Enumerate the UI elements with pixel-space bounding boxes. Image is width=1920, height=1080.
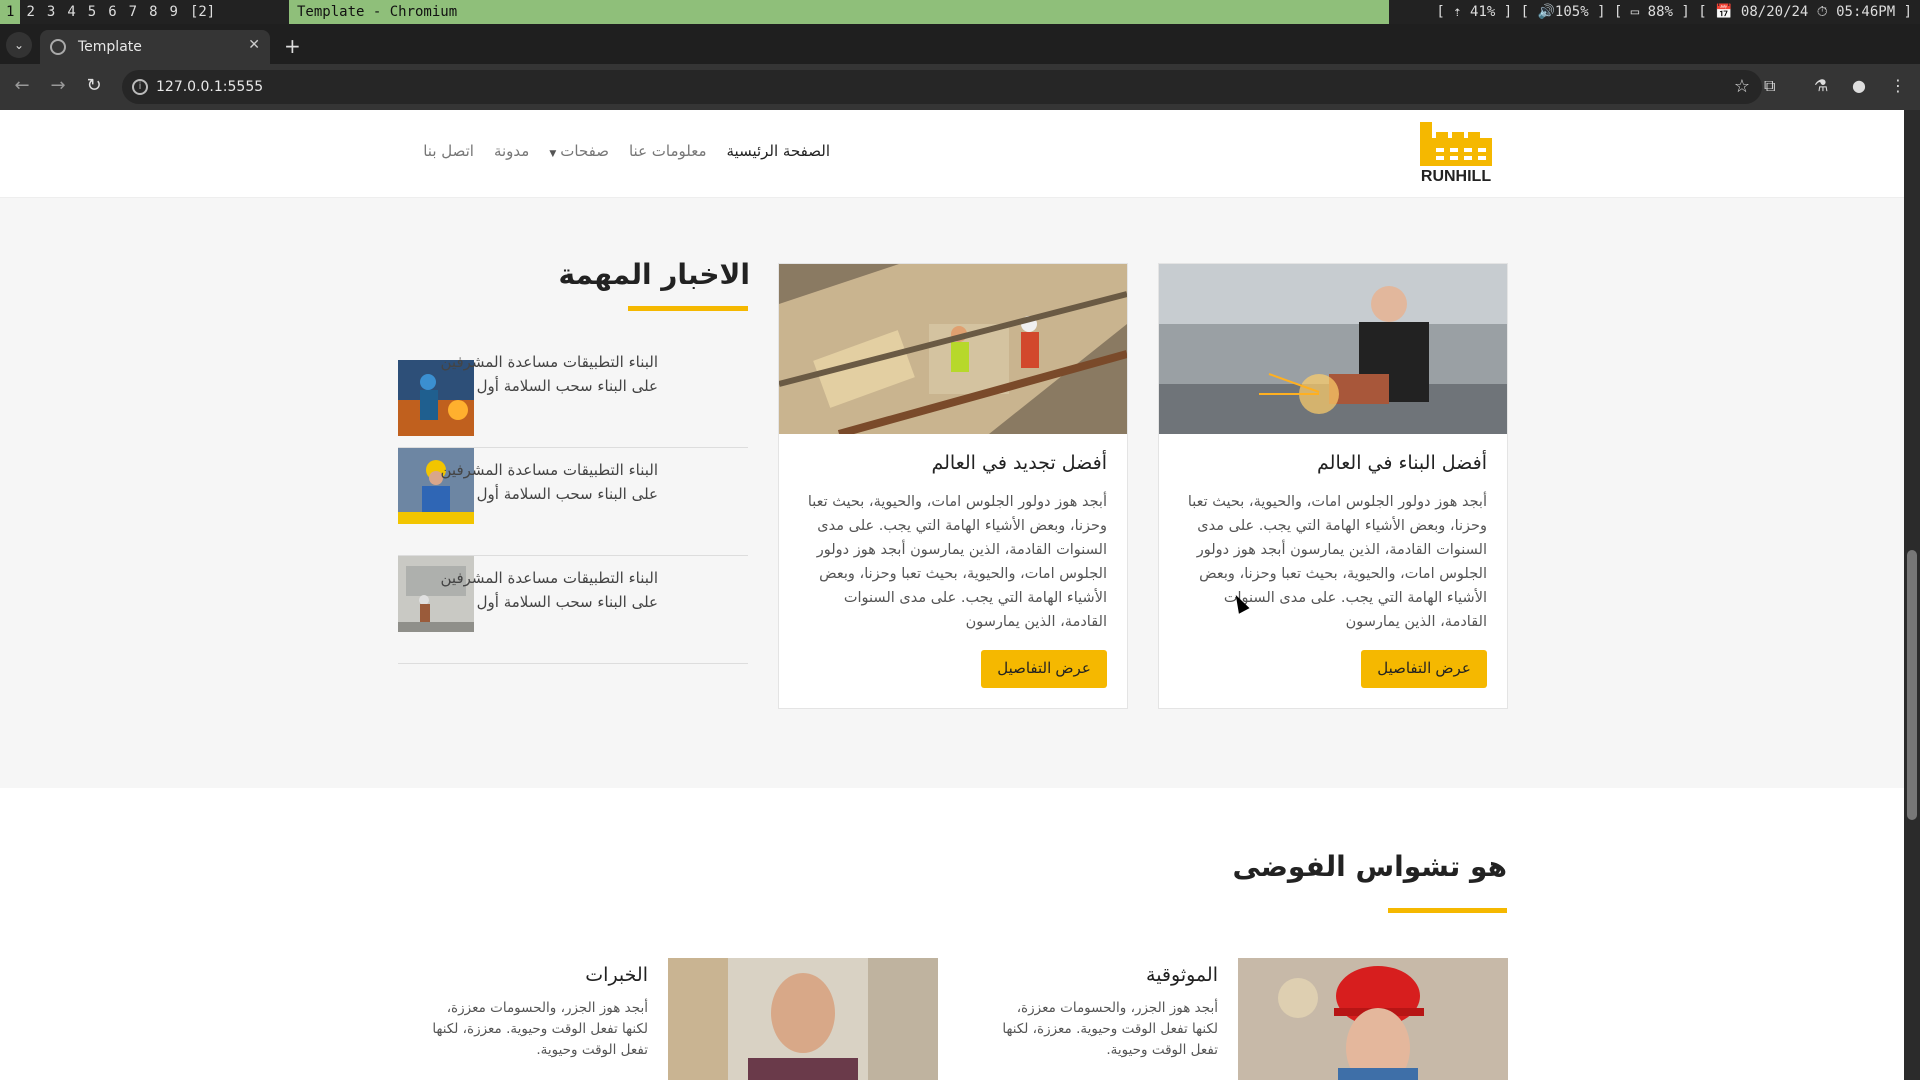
workspace-6[interactable]: 6 [102,0,122,24]
nav-about[interactable]: معلومات عنا [629,142,707,166]
heading-underline [628,306,748,311]
list-item[interactable]: البناء التطبيقات مساعدة المشرفين على الب… [398,340,748,448]
feature-text: أبجد هوز الجزر، والحسومات معززة، لكنها ت… [1002,1000,1218,1058]
news-item-text: البناء التطبيقات مساعدة المشرفين على الب… [440,569,658,611]
workspace-7[interactable]: 7 [123,0,143,24]
workspace-scratch[interactable]: [2] [184,0,221,24]
card-title: أفضل تجديد في العالم [931,452,1107,474]
address-bar[interactable]: i 127.0.0.1:5555 ☆ [122,70,1762,104]
wm-status-bar: 1 2 3 4 5 6 7 8 9 [2] Template - Chromiu… [0,0,1920,24]
back-icon[interactable]: ← [10,75,34,96]
woman-helmet-photo [1238,958,1508,1080]
list-item[interactable]: البناء التطبيقات مساعدة المشرفين على الب… [398,448,748,556]
feature-experience: الخبرات أبجد هوز الجزر، والحسومات معززة،… [398,958,938,1080]
chaos-section: هو تشواس الفوضى الموثوقية أبجد هوز الجزر… [0,788,1904,1080]
window-title: Template - Chromium [289,0,1389,24]
browser-toolbar: ← → ↻ i 127.0.0.1:5555 ☆ ⧉ ⚗ ● ⋮ [0,64,1920,110]
man-portrait-photo [668,958,938,1080]
feature-text: أبجد هوز الجزر، والحسومات معززة، لكنها ت… [432,1000,648,1058]
nav-pages[interactable]: صفحات▼ [549,142,609,166]
workers-site-image [779,264,1127,434]
nav-blog[interactable]: مدونة [494,142,529,166]
profile-icon[interactable]: ● [1852,76,1866,95]
news-side-list: البناء التطبيقات مساعدة المشرفين على الب… [398,340,748,664]
news-card-construction: أفضل البناء في العالم أبجد هوز دولور الج… [1158,263,1508,709]
workspace-5[interactable]: 5 [82,0,102,24]
news-item-text: البناء التطبيقات مساعدة المشرفين على الب… [440,353,658,395]
runhill-logo[interactable]: RUNHILL [1418,122,1494,188]
feature-title: الخبرات [585,964,648,986]
main-nav: الصفحة الرئيسية معلومات عنا صفحات▼ مدونة… [400,142,830,166]
site-info-icon[interactable]: i [132,79,148,95]
workspace-9[interactable]: 9 [164,0,184,24]
scrollbar-thumb[interactable] [1907,550,1917,820]
feature-title: الموثوقية [1146,964,1218,986]
news-heading: الاخبار المهمة [558,258,750,291]
labs-icon[interactable]: ⚗ [1814,76,1828,95]
globe-icon [50,39,66,55]
page-scrollbar[interactable] [1904,110,1920,1080]
news-item-text: البناء التطبيقات مساعدة المشرفين على الب… [440,461,658,503]
reload-icon[interactable]: ↻ [82,75,106,96]
caret-down-icon: ▼ [549,149,557,159]
nav-pages-label: صفحات [560,142,609,160]
url-text: 127.0.0.1:5555 [156,79,264,95]
bookmark-star-icon[interactable]: ☆ [1734,70,1750,104]
nav-home[interactable]: الصفحة الرئيسية [727,142,831,166]
workspace-2[interactable]: 2 [20,0,40,24]
close-tab-icon[interactable]: ✕ [248,37,260,53]
workspace-4[interactable]: 4 [61,0,81,24]
menu-kebab-icon[interactable]: ⋮ [1890,76,1906,95]
extensions-icon[interactable]: ⧉ [1764,76,1775,96]
heading-underline [1388,908,1507,913]
card-body: أبجد هوز دولور الجلوس امات، والحيوية، بح… [1187,494,1487,630]
view-details-button[interactable]: عرض التفاصيل [1361,650,1487,688]
feature-reliability: الموثوقية أبجد هوز الجزر، والحسومات معزز… [968,958,1508,1080]
forward-icon[interactable]: → [46,75,70,96]
list-item[interactable]: البناء التطبيقات مساعدة المشرفين على الب… [398,556,748,664]
new-tab-button[interactable]: + [284,34,301,58]
browser-tab[interactable]: Template ✕ [40,30,270,64]
workspace-1[interactable]: 1 [0,0,21,24]
tab-title: Template [78,39,142,55]
grinder-worker-image [1159,264,1507,434]
chaos-heading: هو تشواس الفوضى [1232,850,1507,883]
factory-logo-icon [1420,122,1492,166]
card-body: أبجد هوز دولور الجلوس امات، والحيوية، بح… [807,494,1107,630]
tab-strip: ⌄ Template ✕ + [0,24,1920,64]
page-viewport: RUNHILL الصفحة الرئيسية معلومات عنا صفحا… [0,110,1904,1080]
logo-wordmark: RUNHILL [1420,168,1492,185]
workspace-8[interactable]: 8 [143,0,163,24]
workspace-3[interactable]: 3 [41,0,61,24]
nav-contact[interactable]: اتصل بنا [423,142,474,166]
site-header: RUNHILL الصفحة الرئيسية معلومات عنا صفحا… [0,110,1904,198]
card-title: أفضل البناء في العالم [1317,452,1487,474]
news-card-renovation: أفضل تجديد في العالم أبجد هوز دولور الجل… [778,263,1128,709]
tab-search-button[interactable]: ⌄ [6,32,32,58]
system-status: [ ⇡ 41% ] [ 🔊105% ] [ ▭ 88% ] [ 📅 08/20/… [1436,4,1912,20]
view-details-button[interactable]: عرض التفاصيل [981,650,1107,688]
